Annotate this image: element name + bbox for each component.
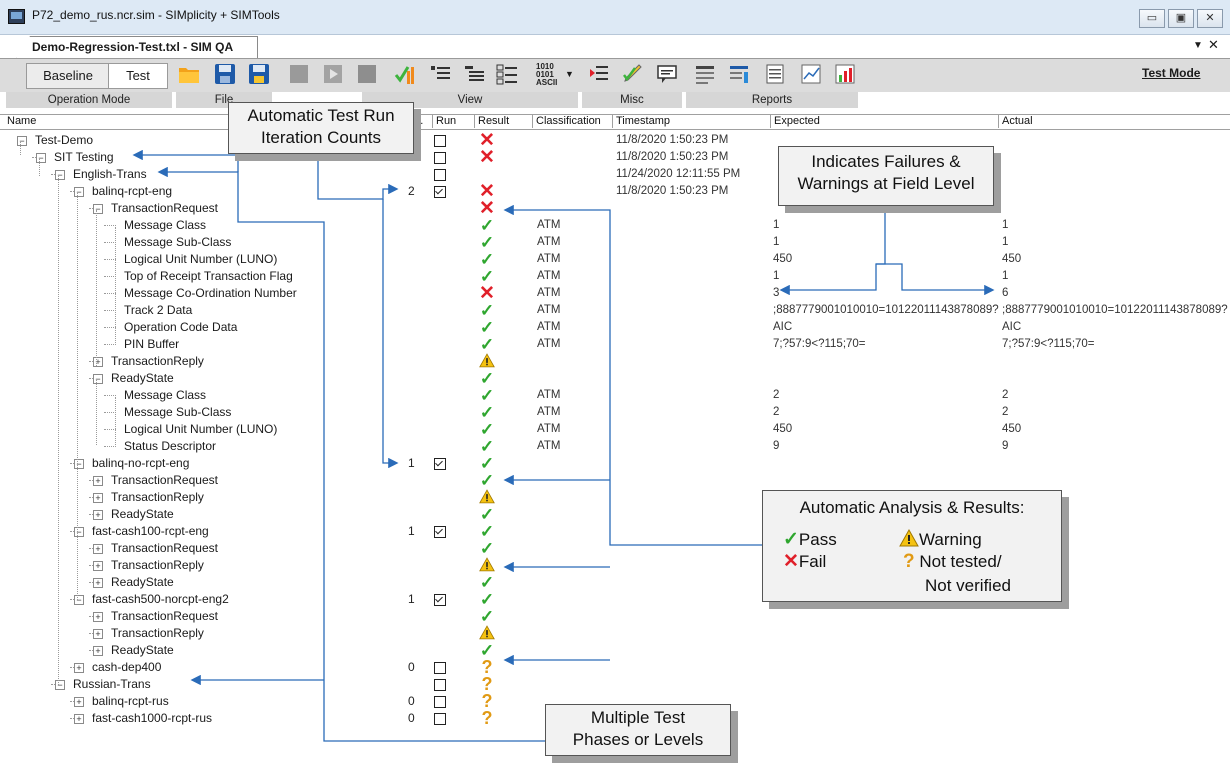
legend-warning-label: Warning [919, 530, 982, 549]
callout-analysis-title: Automatic Analysis & Results: [799, 498, 1025, 517]
legend-pass-label: Pass [798, 530, 837, 549]
legend-untested-icon: ? [903, 551, 915, 572]
callout-iteration-line2: Iteration Counts [260, 128, 381, 147]
callout-iteration-line1: Automatic Test Run [247, 106, 395, 125]
callout-phases-line2: Phases or Levels [572, 730, 704, 749]
legend-fail-label: Fail [798, 552, 827, 571]
legend-pass-icon: ✓ [783, 529, 799, 550]
callout-phases-line1: Multiple Test [590, 708, 686, 727]
callout-analysis-legend: Automatic Analysis & Results: ✓Pass ✕Fai… [762, 490, 1062, 602]
callout-test-phases: Multiple Test Phases or Levels [545, 704, 731, 756]
callout-arrows [132, 149, 995, 742]
legend-warning-icon [899, 528, 919, 547]
callout-field-level-line2: Warnings at Field Level [797, 174, 975, 193]
legend-untested-line1: Not tested/ [919, 552, 1002, 571]
callout-iteration-counts: Automatic Test Run Iteration Counts [228, 102, 414, 154]
callout-field-level: Indicates Failures & Warnings at Field L… [778, 146, 994, 206]
legend-fail-icon: ✕ [783, 551, 799, 572]
legend-untested-line2: Not verified [925, 576, 1011, 595]
callout-field-level-line1: Indicates Failures & [811, 152, 961, 171]
